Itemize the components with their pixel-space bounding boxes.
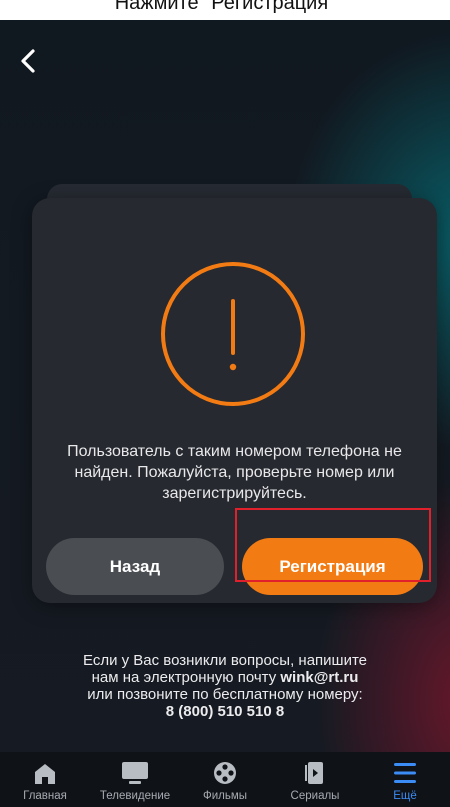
tab-label: Ещё [393,790,417,802]
contact-line: или позвоните по бесплатному номеру: [87,686,363,703]
support-phone[interactable]: 8 (800) 510 510 8 [166,703,284,720]
tab-label: Фильмы [202,790,248,802]
tab-series[interactable]: Сериалы [270,752,360,807]
support-email[interactable]: wink@rt.ru [280,669,358,686]
register-highlight-frame [235,508,431,582]
error-message-line: Пользователь с таким номером телефона не [67,443,402,460]
tab-more[interactable]: Ещё [360,752,450,807]
tab-label: Главная [23,790,67,802]
contact-line-prefix: нам на электронную почту [91,669,277,686]
tab-label: Телевидение [99,790,171,802]
error-message-line: зарегистрируйтесь. [162,485,307,502]
app-screen: Пользователь с таким номером телефона не… [0,20,450,807]
tab-films[interactable]: Фильмы [180,752,270,807]
error-message: Пользователь с таким номером телефона не… [40,441,429,504]
contact-phone-line: 8 (800) 510 510 8 [40,703,410,720]
tv-icon [121,760,149,786]
contact-line: нам на электронную почту wink@rt.ru [40,669,410,686]
tab-tv[interactable]: Телевидение [90,752,180,807]
instruction-caption: Нажмите "Регистрация" [0,0,450,20]
film-reel-icon [211,760,239,786]
contact-info: Если у Вас возникли вопросы, напишите на… [40,652,410,720]
caption-text: Нажмите "Регистрация" [114,0,336,14]
tab-home[interactable]: Главная [0,752,90,807]
warning-icon [160,261,306,407]
error-message-line: найден. Пожалуйста, проверьте номер или [74,464,395,481]
contact-line: Если у Вас возникли вопросы, напишите [82,652,367,669]
tab-label: Сериалы [290,790,340,802]
home-icon [31,760,59,786]
back-chevron-icon[interactable] [14,46,44,76]
series-icon [301,760,329,786]
menu-icon [391,760,419,786]
back-button[interactable]: Назад [46,538,224,595]
bottom-tab-bar: Главная Телевидение Фильмы Сериалы Ещё [0,752,450,807]
